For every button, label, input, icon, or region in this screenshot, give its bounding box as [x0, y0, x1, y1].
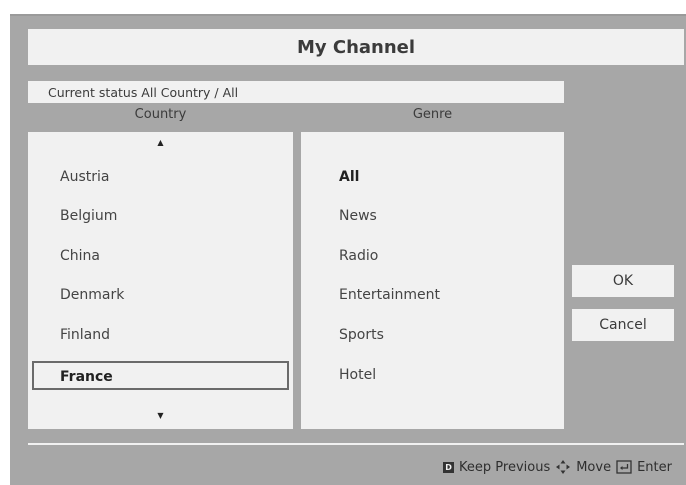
ok-button[interactable]: OK	[572, 265, 674, 297]
dialog-title: My Channel	[28, 29, 684, 65]
move-arrows-icon	[555, 459, 571, 475]
current-status: Current status All Country / All	[28, 81, 564, 103]
enter-label: Enter	[637, 459, 672, 475]
genre-item-news[interactable]: News	[339, 202, 559, 230]
scroll-up-arrow-icon[interactable]: ▲	[28, 138, 293, 147]
country-column-header: Country	[134, 107, 187, 122]
country-item-denmark[interactable]: Denmark	[32, 281, 289, 309]
country-item-austria[interactable]: Austria	[32, 163, 289, 191]
scroll-down-arrow-icon[interactable]: ▼	[28, 411, 293, 420]
my-channel-dialog: My Channel Current status All Country / …	[10, 14, 686, 485]
genre-item-all[interactable]: All	[339, 163, 559, 191]
genre-item-hotel[interactable]: Hotel	[339, 361, 559, 389]
country-item-finland[interactable]: Finland	[32, 321, 289, 349]
move-label: Move	[576, 459, 612, 475]
genre-item-entertainment[interactable]: Entertainment	[339, 281, 559, 309]
footer-divider	[28, 443, 684, 445]
country-list[interactable]: ▲ Austria Belgium China Denmark Finland …	[28, 132, 293, 429]
d-key-icon: D	[443, 461, 455, 473]
genre-item-radio[interactable]: Radio	[339, 242, 559, 270]
footer-hints: D Keep Previous Move Enter	[443, 457, 672, 477]
country-item-france[interactable]: France	[32, 361, 289, 390]
cancel-button[interactable]: Cancel	[572, 309, 674, 341]
genre-column-header: Genre	[412, 107, 453, 122]
country-item-china[interactable]: China	[32, 242, 289, 270]
genre-list[interactable]: All News Radio Entertainment Sports Hote…	[301, 132, 564, 429]
genre-item-sports[interactable]: Sports	[339, 321, 559, 349]
country-item-belgium[interactable]: Belgium	[32, 202, 289, 230]
keep-previous-label: Keep Previous	[459, 459, 551, 475]
enter-icon	[616, 460, 632, 474]
